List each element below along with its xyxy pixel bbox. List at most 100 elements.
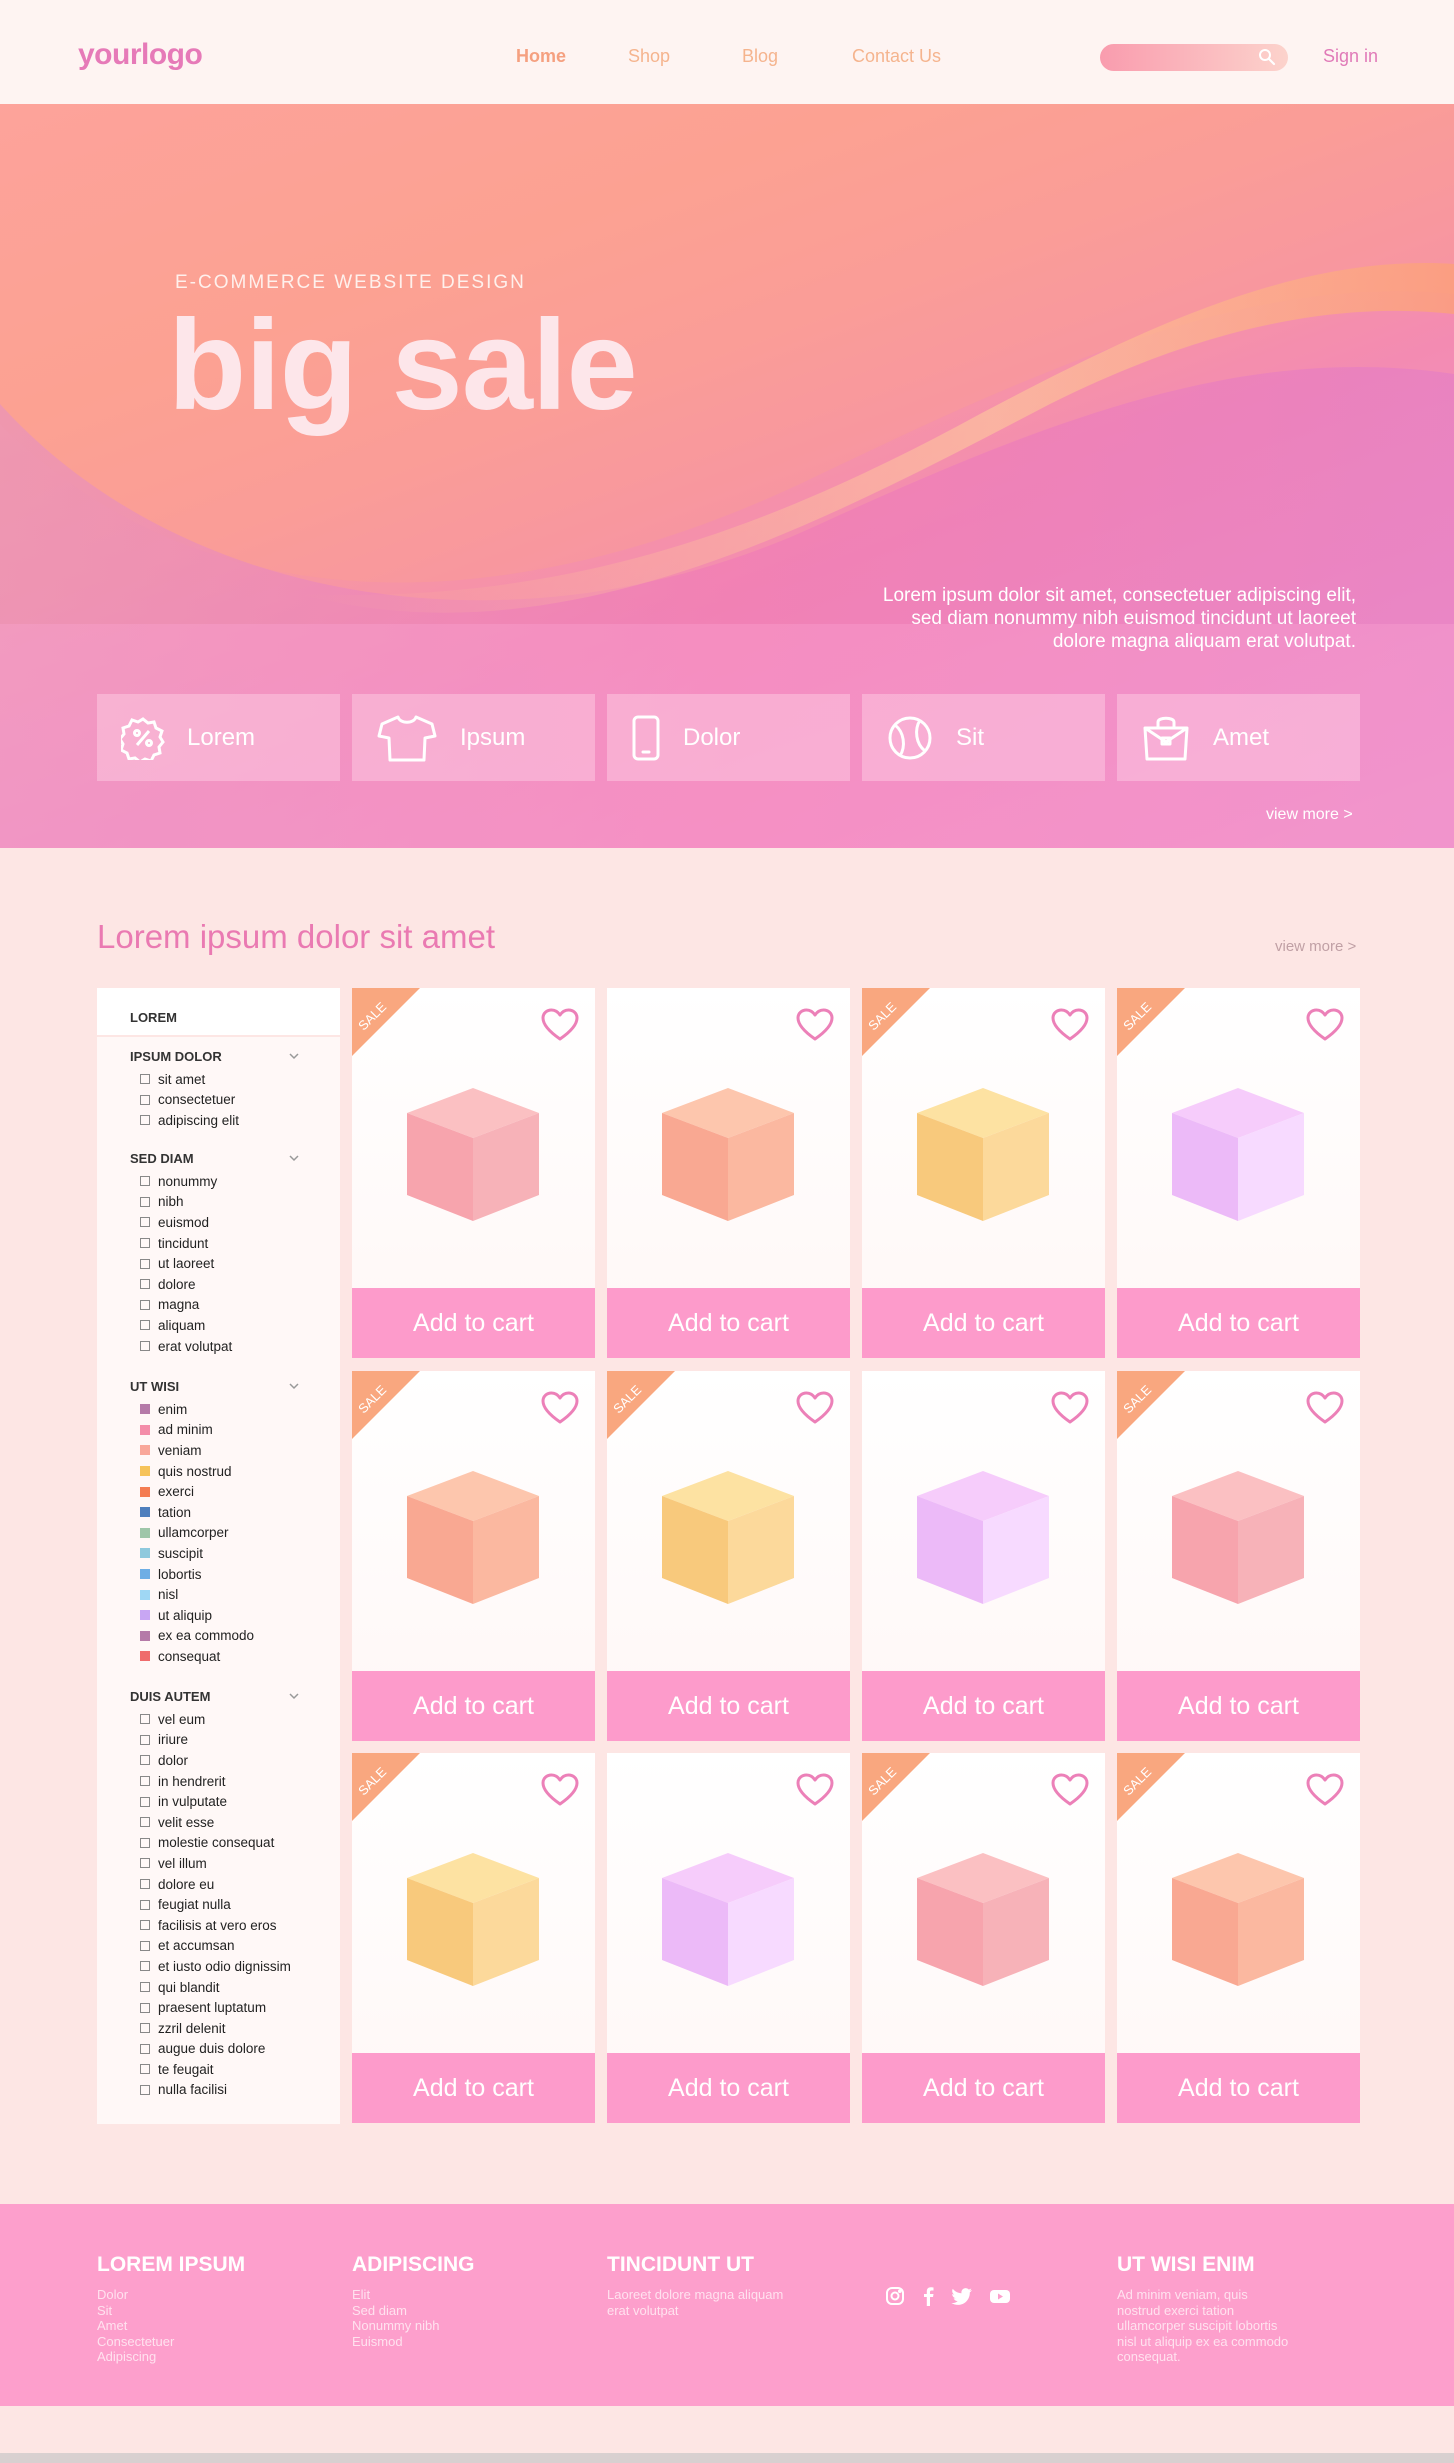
add-to-cart-button[interactable]: Add to cart [352,2053,595,2123]
nav-home[interactable]: Home [516,46,566,67]
filter-option[interactable]: velit esse [130,1812,291,1833]
add-to-cart-button[interactable]: Add to cart [862,2053,1105,2123]
checkbox[interactable] [140,1982,150,1993]
filter-option[interactable]: consectetuer [130,1090,290,1111]
footer-link[interactable]: Nonummy nibh [352,2318,475,2334]
product-card[interactable]: SALE Add to cart [862,1753,1105,2123]
filter-option[interactable]: augue duis dolore [130,2039,291,2060]
checkbox[interactable] [140,1094,150,1105]
heart-icon[interactable] [796,1391,834,1425]
footer-link[interactable]: Adipiscing [97,2349,245,2365]
checkbox[interactable] [140,1817,150,1828]
filter-option[interactable]: in hendrerit [130,1771,291,1792]
color-swatch[interactable] [140,1404,150,1415]
checkbox[interactable] [140,1899,150,1910]
search-input[interactable] [1100,44,1288,71]
footer-link[interactable]: Sed diam [352,2303,475,2319]
filter-option[interactable]: euismod [130,1212,290,1233]
color-swatch[interactable] [140,1486,150,1497]
color-swatch[interactable] [140,1589,150,1600]
instagram-icon[interactable] [885,2286,905,2306]
chevron-down-icon[interactable] [288,1154,300,1162]
nav-contact[interactable]: Contact Us [852,46,941,67]
checkbox[interactable] [140,2064,150,2075]
add-to-cart-button[interactable]: Add to cart [352,1671,595,1741]
checkbox[interactable] [140,1299,150,1310]
filter-option[interactable]: ut aliquip [130,1605,290,1626]
color-swatch[interactable] [140,1610,150,1621]
footer-link[interactable]: Sit [97,2303,245,2319]
color-swatch[interactable] [140,1630,150,1641]
filter-option[interactable]: te feugait [130,2059,291,2080]
heart-icon[interactable] [541,1391,579,1425]
filter-option[interactable]: ullamcorper [130,1523,290,1544]
filter-option[interactable]: nulla facilisi [130,2080,291,2101]
filter-option[interactable]: sit amet [130,1069,290,1090]
filter-option[interactable]: qui blandit [130,1977,291,1998]
checkbox[interactable] [140,1217,150,1228]
add-to-cart-button[interactable]: Add to cart [352,1288,595,1358]
filter-group-title[interactable]: UT WISI [130,1379,299,1399]
product-card[interactable]: SALE Add to cart [352,1753,595,2123]
heart-icon[interactable] [796,1008,834,1042]
filter-option[interactable]: nonummy [130,1171,290,1192]
checkbox[interactable] [140,1714,150,1725]
filter-option[interactable]: iriure [130,1730,291,1751]
add-to-cart-button[interactable]: Add to cart [862,1288,1105,1358]
chevron-down-icon[interactable] [288,1382,300,1390]
filter-option[interactable]: erat volutpat [130,1336,290,1357]
checkbox[interactable] [140,1341,150,1352]
search-icon[interactable] [1258,48,1276,66]
chevron-down-icon[interactable] [288,1052,300,1060]
checkbox[interactable] [140,1776,150,1787]
filter-option[interactable]: nibh [130,1192,290,1213]
add-to-cart-button[interactable]: Add to cart [1117,2053,1360,2123]
filter-option[interactable]: dolor [130,1750,291,1771]
sign-in-link[interactable]: Sign in [1323,46,1378,67]
filter-option[interactable]: vel eum [130,1709,291,1730]
filter-option[interactable]: magna [130,1295,290,1316]
heart-icon[interactable] [541,1773,579,1807]
checkbox[interactable] [140,1755,150,1766]
checkbox[interactable] [140,1961,150,1972]
heart-icon[interactable] [796,1773,834,1807]
filter-group-title[interactable]: DUIS AUTEM [130,1689,299,1709]
checkbox[interactable] [140,1920,150,1931]
footer-link[interactable]: Dolor [97,2287,245,2303]
filter-option[interactable]: ut laoreet [130,1253,290,1274]
checkbox[interactable] [140,1176,150,1187]
color-swatch[interactable] [140,1424,150,1435]
filter-option[interactable]: veniam [130,1440,290,1461]
filter-group-title[interactable]: SED DIAM [130,1151,299,1171]
filter-option[interactable]: in vulputate [130,1791,291,1812]
filter-group-title[interactable]: IPSUM DOLOR [130,1049,299,1069]
checkbox[interactable] [140,1196,150,1207]
add-to-cart-button[interactable]: Add to cart [607,2053,850,2123]
footer-link[interactable]: Amet [97,2318,245,2334]
filter-option[interactable]: aliquam [130,1315,290,1336]
checkbox[interactable] [140,1279,150,1290]
product-card[interactable]: SALE Add to cart [1117,1753,1360,2123]
footer-link[interactable]: Elit [352,2287,475,2303]
twitter-icon[interactable] [951,2286,973,2306]
add-to-cart-button[interactable]: Add to cart [862,1671,1105,1741]
footer-link[interactable]: Euismod [352,2334,475,2350]
product-card[interactable]: Add to cart [862,1371,1105,1741]
category-dolor[interactable]: Dolor [607,694,850,781]
filter-option[interactable]: consequat [130,1646,290,1667]
footer-link[interactable]: Consectetuer [97,2334,245,2350]
checkbox[interactable] [140,1320,150,1331]
checkbox[interactable] [140,2002,150,2013]
color-swatch[interactable] [140,1651,150,1662]
add-to-cart-button[interactable]: Add to cart [1117,1288,1360,1358]
add-to-cart-button[interactable]: Add to cart [607,1288,850,1358]
color-swatch[interactable] [140,1507,150,1518]
checkbox[interactable] [140,1940,150,1951]
color-swatch[interactable] [140,1445,150,1456]
filter-option[interactable]: facilisis at vero eros [130,1915,291,1936]
filter-option[interactable]: ad minim [130,1420,290,1441]
filter-option[interactable]: nisl [130,1584,290,1605]
add-to-cart-button[interactable]: Add to cart [607,1671,850,1741]
add-to-cart-button[interactable]: Add to cart [1117,1671,1360,1741]
heart-icon[interactable] [1306,1008,1344,1042]
